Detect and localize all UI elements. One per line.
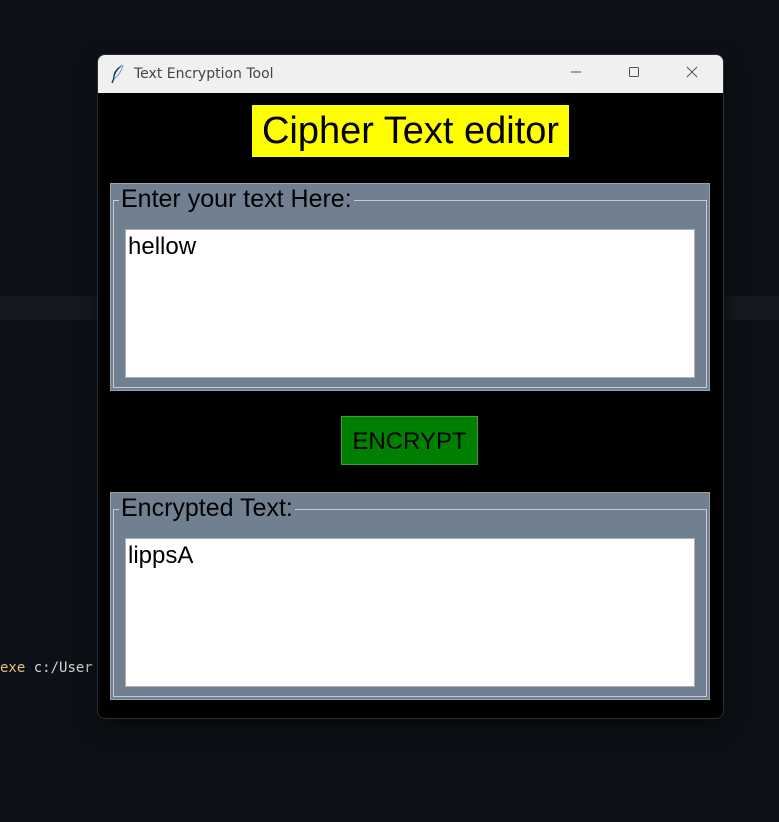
output-textarea[interactable]: lippsA [125,538,695,687]
terminal-keyword: exe [0,660,26,676]
input-group: Enter your text Here: hellow [110,183,710,391]
minimize-button[interactable] [547,55,605,93]
terminal-line: exe c:/User [0,660,93,680]
window-title: Text Encryption Tool [134,66,274,82]
window-content: Cipher Text editor Enter your text Here:… [98,93,723,718]
feather-icon [110,64,126,84]
input-textarea[interactable]: hellow [125,229,695,378]
maximize-button[interactable] [605,55,663,93]
app-window: Text Encryption Tool Cipher Text editor … [98,55,723,718]
title-bar[interactable]: Text Encryption Tool [98,55,723,93]
page-title: Cipher Text editor [252,105,569,157]
encrypt-button[interactable]: ENCRYPT [341,416,478,465]
terminal-command: c:/User [25,660,93,676]
output-group-label: Encrypted Text: [119,493,295,523]
maximize-icon [628,65,640,83]
input-group-label: Enter your text Here: [119,184,354,214]
output-group: Encrypted Text: lippsA [110,492,710,700]
close-button[interactable] [663,55,721,93]
minimize-icon [570,65,582,83]
close-icon [686,65,698,83]
